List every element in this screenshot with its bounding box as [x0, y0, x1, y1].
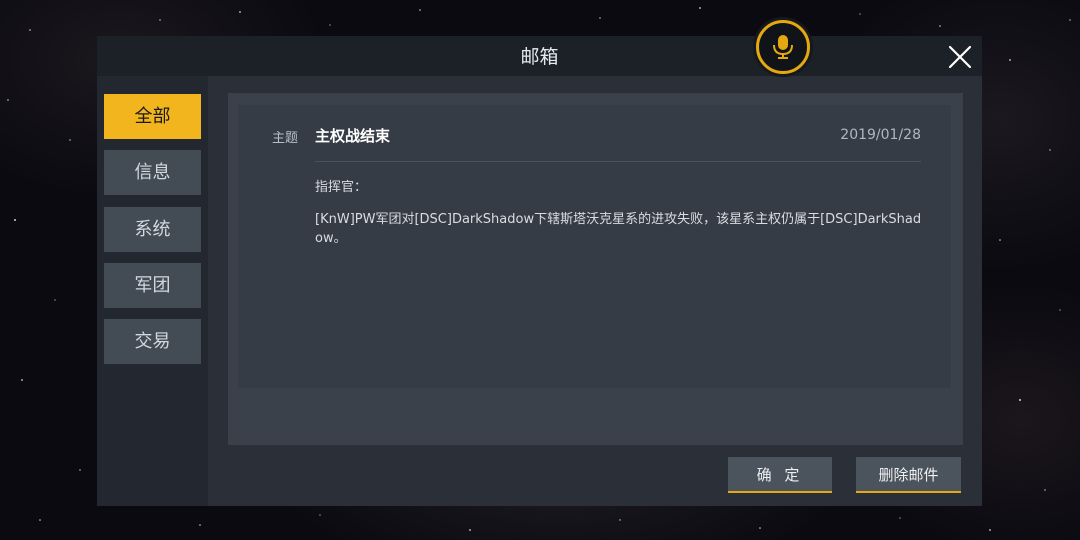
mail-card: 主题 主权战结束 2019/01/28 指挥官： [KnW]PW军团对[DSC]…: [238, 105, 951, 388]
tab-info[interactable]: 信息: [104, 150, 201, 195]
mail-date: 2019/01/28: [840, 127, 921, 143]
close-icon: [948, 45, 972, 69]
tab-all[interactable]: 全部: [104, 94, 201, 139]
title-bar: 邮箱: [97, 36, 982, 76]
mail-content-panel: 主题 主权战结束 2019/01/28 指挥官： [KnW]PW军团对[DSC]…: [228, 93, 963, 445]
mail-subject: 主权战结束: [315, 127, 391, 145]
tab-trade[interactable]: 交易: [104, 319, 201, 364]
voice-button[interactable]: [756, 20, 810, 74]
delete-mail-button[interactable]: 删除邮件: [856, 457, 961, 493]
close-button[interactable]: [945, 42, 975, 72]
mail-greeting: 指挥官：: [315, 180, 368, 195]
window-title: 邮箱: [520, 46, 559, 68]
confirm-button[interactable]: 确 定: [728, 457, 832, 493]
mail-body: [KnW]PW军团对[DSC]DarkShadow下辖斯塔沃克星系的进攻失败，该…: [315, 212, 922, 246]
subject-label: 主题: [272, 131, 299, 146]
category-sidebar: 全部 信息 系统 军团 交易: [97, 76, 208, 506]
divider: [315, 161, 921, 162]
mailbox-window: 邮箱 全部 信息 系统 军团 交易 主题 主权战结束 2019/01/28 指挥…: [97, 20, 982, 506]
tab-system[interactable]: 系统: [104, 207, 201, 252]
tab-legion[interactable]: 军团: [104, 263, 201, 308]
microphone-icon: [773, 35, 793, 59]
